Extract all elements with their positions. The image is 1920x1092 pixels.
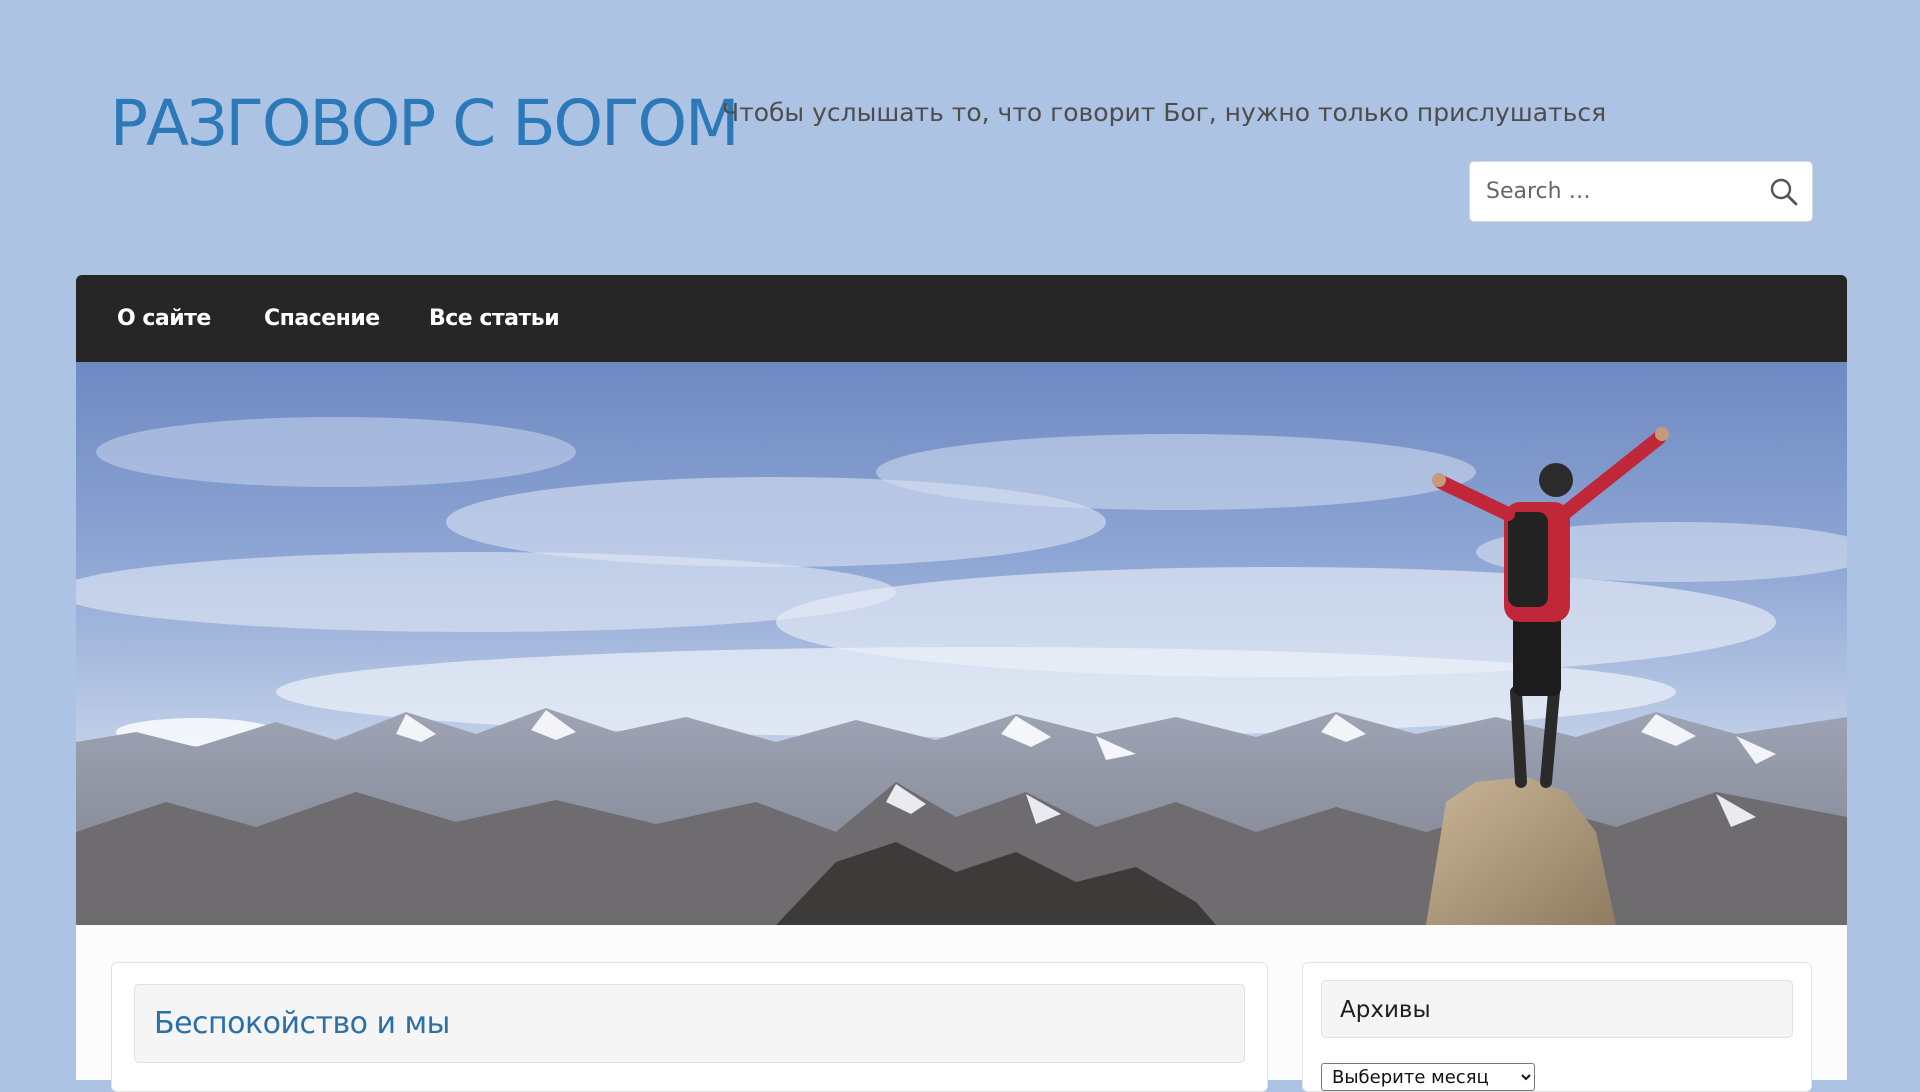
- nav-item-all-articles[interactable]: Все статьи: [429, 275, 560, 362]
- content-area: Беспокойство и мы Архивы Выберите месяц: [76, 925, 1847, 1092]
- nav-item-about[interactable]: О сайте: [117, 275, 211, 362]
- site-title[interactable]: РАЗГОВОР С БОГОМ: [110, 88, 740, 160]
- hiker-on-mountain-peak-image: [76, 362, 1847, 925]
- site-tagline: Чтобы услышать то, что говорит Бог, нужн…: [722, 98, 1607, 127]
- nav-item-salvation[interactable]: Спасение: [264, 275, 380, 362]
- search-form: [1469, 161, 1813, 222]
- main-navigation: О сайте Спасение Все статьи: [76, 275, 1847, 362]
- post-header: Беспокойство и мы: [134, 984, 1245, 1063]
- archives-title: Архивы: [1340, 997, 1431, 1023]
- search-input[interactable]: [1470, 162, 1750, 221]
- sidebar-archives-widget: Архивы Выберите месяц: [1302, 962, 1812, 1092]
- widget-header: Архивы: [1321, 980, 1793, 1038]
- search-icon: [1770, 178, 1798, 206]
- post-title[interactable]: Беспокойство и мы: [154, 1005, 450, 1043]
- archives-dropdown[interactable]: Выберите месяц: [1321, 1063, 1535, 1091]
- search-button[interactable]: [1764, 172, 1804, 212]
- post-card: Беспокойство и мы: [111, 962, 1268, 1092]
- header-image: [76, 362, 1847, 925]
